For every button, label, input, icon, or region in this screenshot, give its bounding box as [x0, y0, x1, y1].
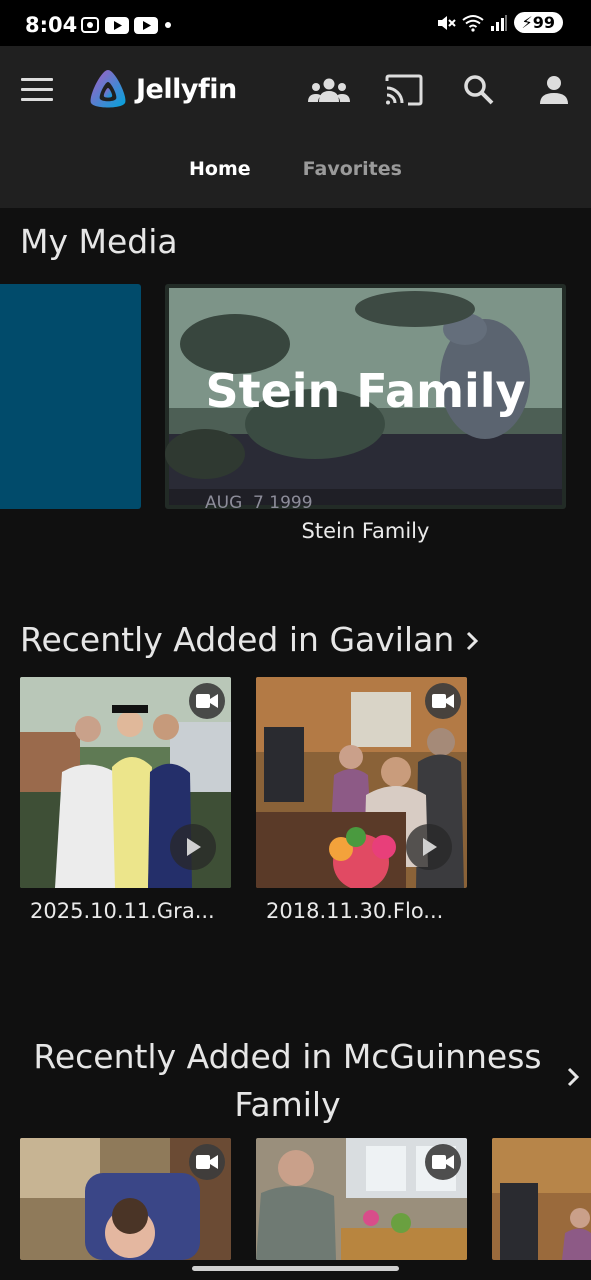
video-badge — [189, 1144, 225, 1180]
video-camera-icon — [196, 694, 218, 708]
video-camera-icon — [432, 1155, 454, 1169]
battery-level: 99 — [532, 13, 555, 32]
home-indicator[interactable] — [192, 1266, 399, 1271]
video-badge — [189, 683, 225, 719]
status-right-icons: ⚡99 — [436, 12, 563, 33]
app-name: Jellyfin — [136, 73, 237, 105]
user-button[interactable] — [532, 70, 576, 110]
cast-button[interactable] — [382, 70, 426, 110]
recent-mcguinness-title-line2: Family — [234, 1085, 341, 1124]
video-badge — [425, 683, 461, 719]
youtube-icon — [105, 16, 129, 34]
media-item-graduation[interactable] — [20, 677, 231, 888]
recent-mcguinness-title-line1: Recently Added in McGuinness — [33, 1037, 542, 1076]
play-icon — [187, 838, 201, 856]
battery-indicator: ⚡99 — [513, 12, 563, 33]
media-item-label: 2018.11.30.Flo... — [266, 899, 444, 923]
media-item-baby[interactable] — [20, 1138, 231, 1260]
play-button[interactable] — [406, 824, 452, 870]
tab-favorites[interactable]: Favorites — [303, 158, 402, 180]
search-icon — [464, 75, 494, 105]
syncplay-button[interactable] — [307, 70, 351, 110]
status-left-icons — [80, 16, 173, 34]
play-icon — [423, 838, 437, 856]
group-icon — [308, 78, 350, 102]
screenshot-icon — [81, 17, 99, 33]
tab-home[interactable]: Home — [189, 158, 251, 180]
library-card-stein-family[interactable]: Stein Family AUG 7 1999 — [165, 284, 566, 509]
my-media-title: My Media — [20, 222, 178, 261]
video-camera-icon — [432, 694, 454, 708]
media-item-kitchen[interactable] — [256, 1138, 467, 1260]
video-camera-icon — [196, 1155, 218, 1169]
media-item-flowers[interactable] — [256, 677, 467, 888]
search-button[interactable] — [457, 70, 501, 110]
media-item-label: 2025.10.11.Gra... — [30, 899, 215, 923]
recent-mcguinness-title[interactable]: Recently Added in McGuinness Family — [0, 1033, 575, 1129]
wifi-icon — [461, 14, 484, 32]
notification-dot-icon — [165, 22, 171, 28]
library-card-partial[interactable] — [0, 284, 141, 509]
youtube-icon — [134, 16, 158, 34]
chevron-right-icon[interactable] — [465, 631, 479, 651]
video-date-stamp: AUG 7 1999 — [205, 493, 313, 509]
media-item-partial[interactable] — [492, 1138, 591, 1260]
video-thumbnail — [492, 1138, 591, 1260]
video-badge — [425, 1144, 461, 1180]
mute-icon — [437, 15, 456, 30]
recent-gavilan-title[interactable]: Recently Added in Gavilan — [20, 620, 454, 659]
play-button[interactable] — [170, 824, 216, 870]
menu-icon[interactable] — [21, 78, 53, 102]
status-bar: 8:04 ⚡99 — [0, 0, 591, 46]
user-icon — [540, 76, 568, 104]
chevron-right-icon[interactable] — [566, 1067, 580, 1087]
library-overlay-title: Stein Family — [205, 364, 526, 418]
cast-icon — [385, 74, 423, 106]
library-label: Stein Family — [301, 519, 430, 543]
jellyfin-logo-icon — [90, 70, 126, 108]
jellyfin-logo[interactable]: Jellyfin — [86, 67, 237, 111]
signal-icon — [490, 14, 507, 31]
tab-bar: Home Favorites — [0, 158, 591, 180]
status-time: 8:04 — [25, 13, 78, 37]
